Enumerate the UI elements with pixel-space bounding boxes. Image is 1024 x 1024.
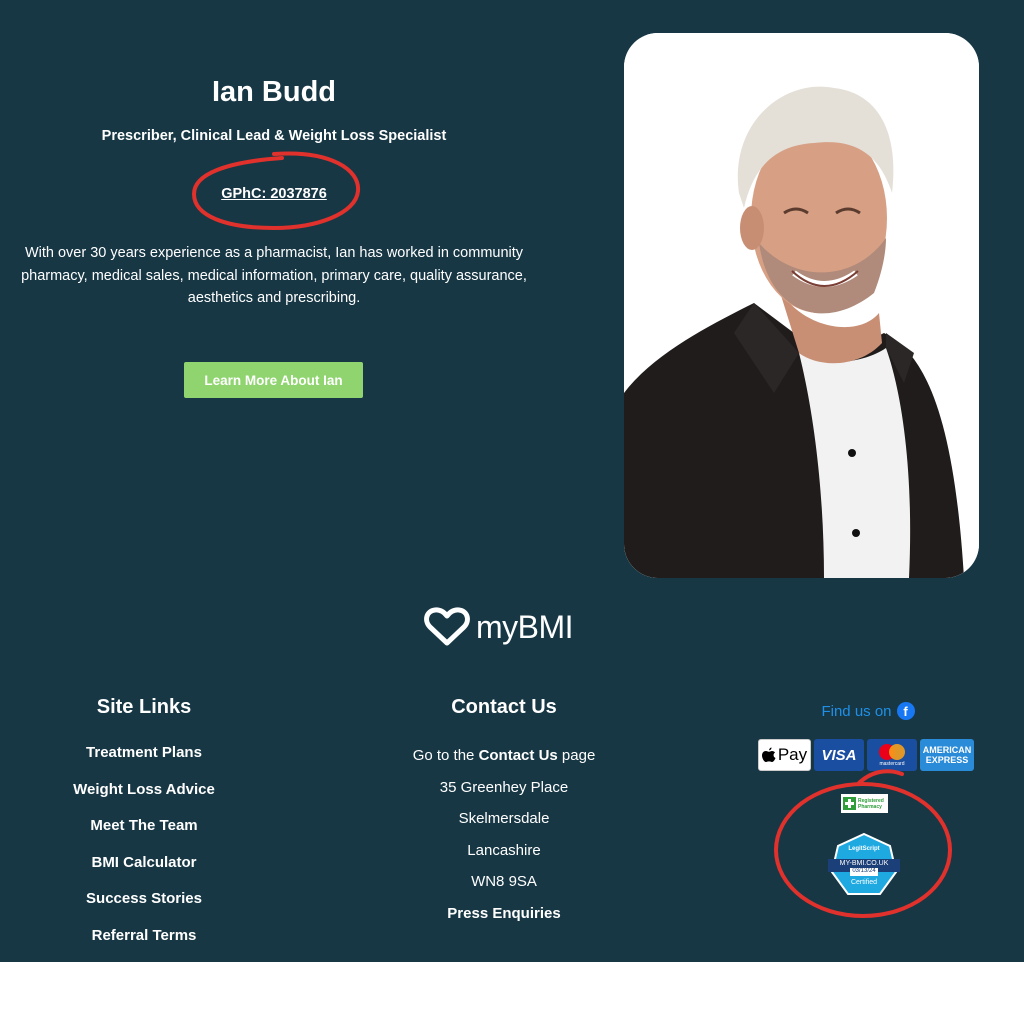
address-line-3: Lancashire (467, 841, 541, 859)
pharmacy-label: Pharmacy (858, 803, 882, 810)
site-link-success-stories[interactable]: Success Stories (44, 881, 244, 918)
learn-more-button[interactable]: Learn More About Ian (184, 362, 363, 398)
pharmacy-cross-icon (843, 797, 856, 810)
contact-line-prefix: Go to the (412, 747, 479, 764)
contact-line-suffix: page (557, 747, 596, 764)
mybmi-logo[interactable]: myBMI (424, 605, 584, 649)
american-express-icon: AMERICAN EXPRESS (920, 739, 974, 771)
legitscript-badge[interactable]: LegitScript MY-BMI.CO.UK 03/13/24 Certif… (828, 832, 900, 902)
apple-pay-icon: Pay (758, 739, 811, 771)
profile-photo (624, 33, 979, 578)
heart-logo-icon (424, 607, 470, 646)
address-line-2: Skelmersdale (458, 810, 550, 827)
address-line-1: 35 Greenhey Place (439, 778, 569, 796)
press-enquiries-link[interactable]: Press Enquiries (374, 898, 634, 930)
apple-pay-label: Pay (777, 745, 808, 764)
facebook-icon: f (896, 702, 915, 720)
page-bottom-area (0, 962, 1024, 1024)
legitscript-brand: LegitScript (848, 846, 880, 852)
profile-bio: With over 30 years experience as a pharm… (21, 245, 527, 306)
site-link-weight-loss-advice[interactable]: Weight Loss Advice (44, 772, 244, 809)
profile-name: Ian Budd (211, 76, 337, 108)
find-us-facebook-link[interactable]: Find us on f (808, 700, 928, 722)
annotation-circle-gphc (191, 151, 361, 231)
registered-label: Registered (858, 797, 884, 804)
find-us-label: Find us on (821, 702, 892, 720)
site-links-column: Site Links Treatment Plans Weight Loss A… (44, 696, 244, 954)
site-link-referral-terms[interactable]: Referral Terms (44, 918, 244, 955)
legitscript-date: 03/13/24 (850, 868, 878, 876)
registered-pharmacy-badge[interactable]: Registered Pharmacy (841, 794, 888, 813)
legitscript-shield-icon (828, 832, 900, 895)
portrait-illustration (624, 33, 979, 578)
site-links-heading: Site Links (96, 696, 192, 718)
site-link-treatment-plans[interactable]: Treatment Plans (44, 735, 244, 772)
apple-logo-icon (761, 747, 776, 762)
profile-role: Prescriber, Clinical Lead & Weight Loss … (101, 128, 447, 144)
amex-line-1: AMERICAN (922, 745, 972, 755)
legitscript-status: Certified (850, 879, 878, 886)
contact-heading: Contact Us (451, 696, 557, 718)
mastercard-circles-icon (879, 744, 905, 760)
logo-wordmark: myBMI (476, 608, 574, 645)
site-link-bmi-calculator[interactable]: BMI Calculator (44, 845, 244, 882)
site-link-meet-the-team[interactable]: Meet The Team (44, 808, 244, 845)
press-enquiries-label: Press Enquiries (447, 904, 561, 922)
contact-column: Contact Us Go to the Contact Us page 35 … (374, 696, 634, 929)
contact-page-line: Go to the Contact Us page (374, 740, 634, 772)
amex-line-2: EXPRESS (925, 755, 969, 765)
address-postcode: WN8 9SA (471, 873, 537, 890)
contact-us-link[interactable]: Contact Us (479, 747, 558, 764)
legitscript-domain: MY-BMI.CO.UK (839, 860, 889, 867)
annotation-tail (856, 769, 904, 786)
